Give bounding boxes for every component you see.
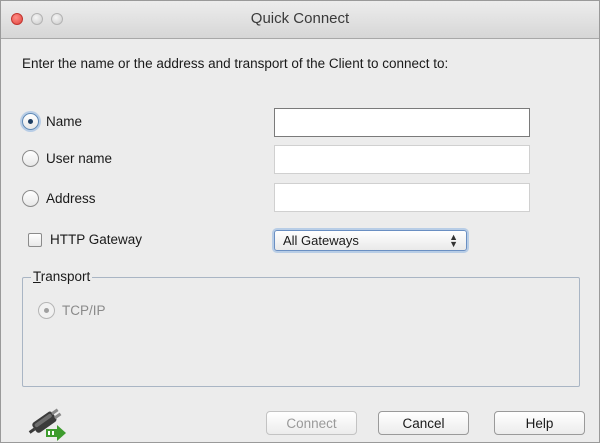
username-input[interactable] [274,145,530,174]
http-gateway-checkbox[interactable] [28,232,42,247]
gateway-select-value: All Gateways [283,233,359,248]
name-radio[interactable] [22,113,39,130]
tcpip-option: TCP/IP [38,302,106,319]
title-bar: Quick Connect [1,1,599,39]
http-gateway-option[interactable]: HTTP Gateway [28,232,142,247]
transport-group [22,277,580,387]
select-arrows-icon: ▲ ▼ [449,231,458,249]
name-input[interactable] [274,108,530,137]
tcpip-label: TCP/IP [62,303,106,318]
cancel-button[interactable]: Cancel [378,411,469,435]
plug-connect-icon [28,408,66,441]
address-radio[interactable] [22,190,39,207]
name-radio-label: Name [46,114,83,129]
window-title: Quick Connect [250,10,350,27]
gateway-select[interactable]: All Gateways ▲ ▼ [274,230,467,251]
transport-group-label: Transport [31,269,93,284]
name-option[interactable]: Name [22,113,82,130]
username-option[interactable]: User name [22,150,112,167]
http-gateway-label: HTTP Gateway [50,232,143,247]
tcpip-radio [38,302,55,319]
address-input[interactable] [274,183,530,212]
address-radio-label: Address [46,191,96,206]
help-button[interactable]: Help [494,411,585,435]
address-option[interactable]: Address [22,190,96,207]
connect-button[interactable]: Connect [266,411,357,435]
quick-connect-window: Quick Connect Enter the name or the addr… [0,0,600,443]
instruction-text: Enter the name or the address and transp… [22,56,449,71]
username-radio[interactable] [22,150,39,167]
username-radio-label: User name [46,151,113,166]
